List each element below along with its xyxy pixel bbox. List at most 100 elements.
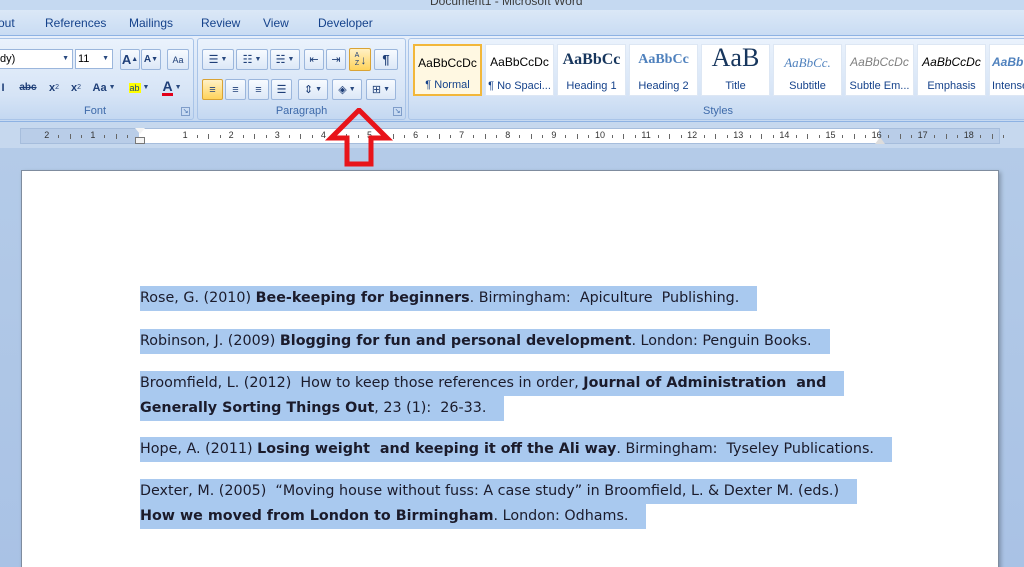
align-left-button[interactable]: ≡ xyxy=(202,79,223,100)
style-title[interactable]: AaB Title xyxy=(701,44,770,96)
style-heading-2[interactable]: AaBbCc Heading 2 xyxy=(629,44,698,96)
clear-formatting-button[interactable]: Aa xyxy=(167,49,189,70)
sort-button[interactable]: A Z ↓ xyxy=(349,48,371,71)
multilevel-list-icon: ☵ xyxy=(275,54,286,66)
style-preview: AaBbCcDc xyxy=(850,55,909,69)
underline-button[interactable]: I xyxy=(0,77,9,98)
first-line-indent-marker[interactable] xyxy=(135,128,145,134)
selected-text-line[interactable]: Dexter, M. (2005) “Moving house without … xyxy=(140,479,858,504)
ribbon: dy) ▼ 11 ▼ A ▲ A ▼ Aa I abc x2 x2 Aa ▼ a… xyxy=(0,36,1024,122)
ruler-tick xyxy=(450,135,452,138)
ruler-tick xyxy=(127,135,129,138)
superscript-button[interactable]: x2 xyxy=(65,77,87,98)
tab-developer[interactable]: Developer xyxy=(318,16,373,30)
style-subtitle[interactable]: AaBbCc. Subtitle xyxy=(773,44,842,96)
font-name-value: dy) xyxy=(0,53,16,65)
grow-font-button[interactable]: A ▲ xyxy=(120,49,140,70)
reference-paragraph[interactable]: Dexter, M. (2005) “Moving house without … xyxy=(140,479,858,529)
ruler-tick xyxy=(634,135,636,138)
tab-review[interactable]: Review xyxy=(201,16,240,30)
bold-text-run: How we moved from London to Birmingham xyxy=(140,508,494,524)
styles-gallery: AaBbCcDc ¶ Normal AaBbCcDc ¶ No Spaci...… xyxy=(411,44,1024,100)
ruler-tick xyxy=(81,135,83,138)
reference-paragraph[interactable]: Rose, G. (2010) Bee-keeping for beginner… xyxy=(140,286,758,311)
align-right-button[interactable]: ≡ xyxy=(248,79,269,100)
tab-layout[interactable]: out xyxy=(0,16,15,30)
style-subtle-emphasis[interactable]: AaBbCcDc Subtle Em... xyxy=(845,44,914,96)
style-heading-1[interactable]: AaBbCc Heading 1 xyxy=(557,44,626,96)
ruler-tick xyxy=(749,135,751,138)
reference-paragraph[interactable]: Broomfield, L. (2012) How to keep those … xyxy=(140,371,845,421)
font-name-box[interactable]: dy) ▼ xyxy=(0,49,73,69)
tab-view[interactable]: View xyxy=(263,16,289,30)
justify-button[interactable]: ☰ xyxy=(271,79,292,100)
document-page[interactable]: Rose, G. (2010) Bee-keeping for beginner… xyxy=(21,170,999,567)
style-no-spacing[interactable]: AaBbCcDc ¶ No Spaci... xyxy=(485,44,554,96)
sort-icon: A Z xyxy=(354,51,360,67)
ruler-tick xyxy=(519,135,521,138)
ruler-number: 2 xyxy=(44,130,50,140)
ruler-number: 6 xyxy=(413,130,419,140)
selected-text-line[interactable]: Rose, G. (2010) Bee-keeping for beginner… xyxy=(140,286,758,311)
increase-indent-button[interactable]: ⇥ xyxy=(326,49,346,70)
ruler-number: 16 xyxy=(871,130,882,140)
line-spacing-button[interactable]: ⇕ ▼ xyxy=(298,79,328,100)
selected-text-line[interactable]: Hope, A. (2011) Losing weight and keepin… xyxy=(140,437,892,462)
ruler-tick xyxy=(715,134,717,139)
dialog-launcher-icon[interactable]: ↘ xyxy=(181,107,190,116)
tab-mailings[interactable]: Mailings xyxy=(129,16,173,30)
highlight-button[interactable]: ab ▼ xyxy=(123,77,155,98)
ruler-tick xyxy=(542,135,544,138)
ruler-tick xyxy=(208,134,210,139)
bold-text-run: Bee-keeping for beginners xyxy=(255,290,470,306)
text-run: Dexter, M. (2005) “Moving house without … xyxy=(140,483,840,499)
horizontal-ruler[interactable]: 2 1 1 2 3 4 5 6 7 8 9 10 11 12 13 14 15 16 17 18 xyxy=(20,128,1005,144)
strikethrough-button[interactable]: abc xyxy=(13,77,43,98)
justify-icon: ☰ xyxy=(276,84,287,96)
shading-button[interactable]: ◈ ▼ xyxy=(332,79,362,100)
ruler-tick xyxy=(58,135,60,138)
pilcrow-icon: ¶ xyxy=(382,52,390,67)
ruler-number: 14 xyxy=(779,130,790,140)
selected-text-line[interactable]: Generally Sorting Things Out, 23 (1): 26… xyxy=(140,396,505,421)
ruler-number: 12 xyxy=(687,130,698,140)
style-name: Heading 1 xyxy=(566,80,617,92)
style-normal[interactable]: AaBbCcDc ¶ Normal xyxy=(413,44,482,96)
hanging-indent-marker[interactable] xyxy=(135,137,145,144)
reference-paragraph[interactable]: Robinson, J. (2009) Blogging for fun and… xyxy=(140,329,830,354)
increase-indent-icon: ⇥ xyxy=(331,54,341,66)
selected-text-line[interactable]: How we moved from London to Birmingham. … xyxy=(140,504,647,529)
window-title: Document1 - Microsoft Word xyxy=(430,0,583,8)
font-color-button[interactable]: A ▼ xyxy=(157,77,187,98)
document-area: Rose, G. (2010) Bee-keeping for beginner… xyxy=(0,148,1024,567)
subscript-button[interactable]: x2 xyxy=(43,77,65,98)
bullets-button[interactable]: ☰ ▼ xyxy=(202,49,234,70)
ruler-tick xyxy=(254,134,256,139)
change-case-button[interactable]: Aa ▼ xyxy=(89,77,119,98)
borders-button[interactable]: ⊞ ▼ xyxy=(366,79,396,100)
ruler-tick xyxy=(911,135,913,138)
shrink-font-button[interactable]: A ▼ xyxy=(141,49,161,70)
ruler-tick xyxy=(404,135,406,138)
numbering-icon: ☷ xyxy=(242,54,253,66)
style-name: ¶ Normal xyxy=(425,79,470,91)
selected-text-line[interactable]: Robinson, J. (2009) Blogging for fun and… xyxy=(140,329,830,354)
ruler-tick xyxy=(530,134,532,139)
show-hide-marks-button[interactable]: ¶ xyxy=(374,49,398,70)
style-preview: AaBb xyxy=(992,55,1024,69)
numbering-button[interactable]: ☷ ▼ xyxy=(236,49,268,70)
align-center-button[interactable]: ≡ xyxy=(225,79,246,100)
ruler-tick xyxy=(104,135,106,138)
reference-paragraph[interactable]: Hope, A. (2011) Losing weight and keepin… xyxy=(140,437,892,462)
ruler-tick xyxy=(496,135,498,138)
style-intense-emphasis[interactable]: AaBb Intense xyxy=(989,44,1024,96)
ruler-tick xyxy=(772,135,774,138)
style-emphasis[interactable]: AaBbCcDc Emphasis xyxy=(917,44,986,96)
ruler-number: 15 xyxy=(825,130,836,140)
decrease-indent-button[interactable]: ⇤ xyxy=(304,49,324,70)
selected-text-line[interactable]: Broomfield, L. (2012) How to keep those … xyxy=(140,371,845,396)
font-size-box[interactable]: 11 ▼ xyxy=(75,49,113,69)
tab-references[interactable]: References xyxy=(45,16,106,30)
ruler-tick xyxy=(680,135,682,138)
multilevel-list-button[interactable]: ☵ ▼ xyxy=(270,49,300,70)
